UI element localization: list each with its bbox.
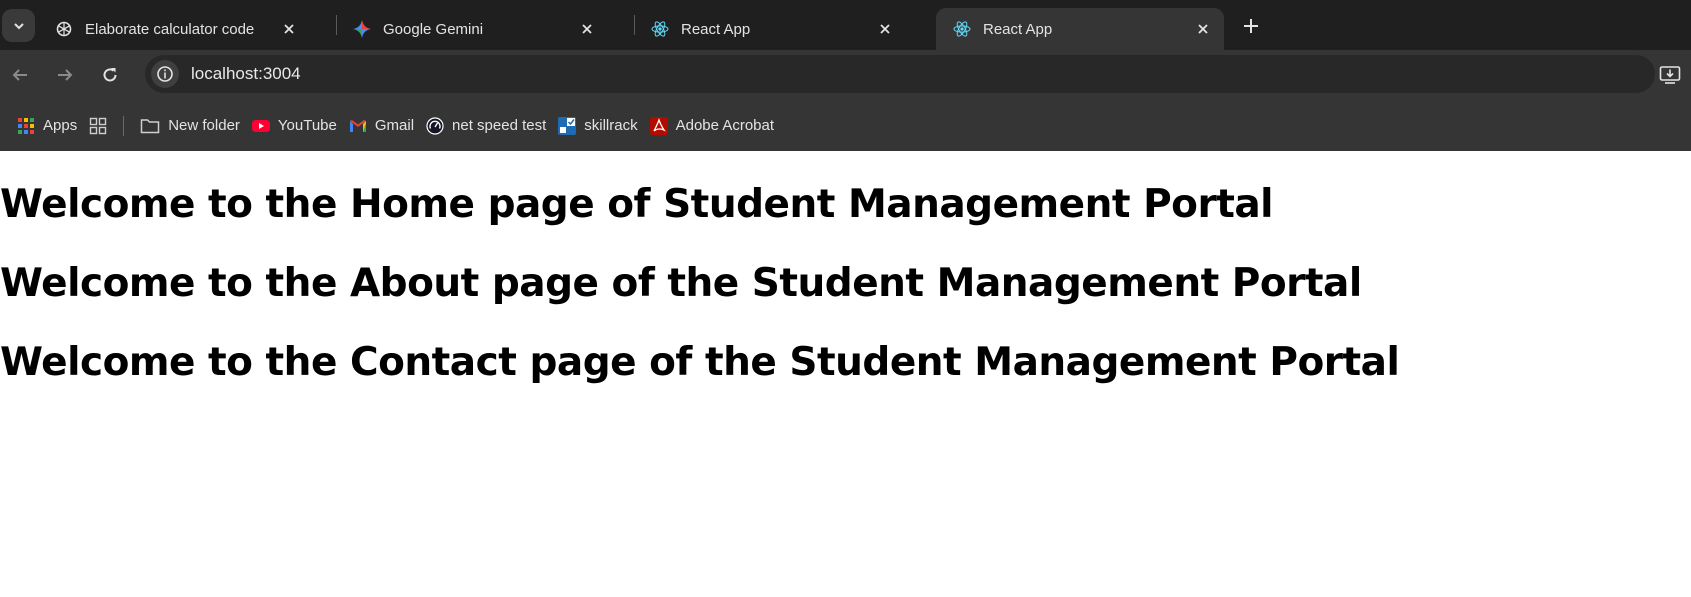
bookmark-new-folder[interactable]: New folder bbox=[134, 111, 246, 141]
reload-icon bbox=[103, 68, 117, 82]
close-icon[interactable] bbox=[276, 16, 302, 42]
contact-heading: Welcome to the Contact page of the Stude… bbox=[0, 340, 1400, 385]
url-text[interactable]: localhost:3004 bbox=[191, 64, 301, 84]
tab-react-app-1[interactable]: React App bbox=[634, 8, 906, 50]
apps-grid-icon bbox=[17, 117, 35, 135]
bookmark-label: Gmail bbox=[374, 117, 415, 134]
install-icon bbox=[1659, 66, 1681, 84]
bookmark-label: net speed test bbox=[452, 117, 547, 134]
new-tab-button[interactable] bbox=[1236, 11, 1266, 41]
arrow-right-icon bbox=[58, 69, 73, 81]
folder-icon bbox=[140, 117, 160, 135]
tab-title: React App bbox=[983, 20, 1053, 38]
bookmark-apps[interactable]: Apps bbox=[11, 111, 83, 141]
bookmark-label: Adobe Acrobat bbox=[675, 117, 775, 134]
home-heading: Welcome to the Home page of Student Mana… bbox=[0, 182, 1274, 227]
plus-icon bbox=[1244, 19, 1258, 33]
close-icon[interactable] bbox=[574, 16, 600, 42]
about-heading: Welcome to the About page of the Student… bbox=[0, 261, 1362, 306]
gemini-icon bbox=[353, 20, 371, 38]
browser-toolbar: localhost:3004 bbox=[0, 50, 1691, 100]
tab-title: Google Gemini bbox=[383, 20, 484, 38]
info-icon bbox=[157, 66, 173, 82]
tab-groups-button[interactable] bbox=[83, 111, 113, 141]
bookmark-skillrack[interactable]: skillrack bbox=[552, 111, 643, 141]
address-bar[interactable]: localhost:3004 bbox=[145, 55, 1655, 93]
bookmark-label: YouTube bbox=[277, 117, 337, 134]
youtube-icon bbox=[251, 117, 270, 135]
tab-title: Elaborate calculator code bbox=[85, 20, 255, 38]
speedometer-icon bbox=[426, 116, 444, 135]
bookmark-separator bbox=[123, 115, 125, 136]
bookmark-adobe-acrobat[interactable]: Adobe Acrobat bbox=[644, 111, 780, 141]
tab-react-app-active[interactable]: React App bbox=[936, 8, 1224, 50]
bookmark-label: New folder bbox=[168, 117, 240, 134]
react-icon bbox=[651, 20, 669, 38]
bookmark-gmail[interactable]: Gmail bbox=[343, 111, 420, 141]
bookmark-youtube[interactable]: YouTube bbox=[246, 111, 343, 141]
skillrack-icon bbox=[558, 116, 577, 135]
tab-google-gemini[interactable]: Google Gemini bbox=[336, 8, 608, 50]
gmail-icon bbox=[349, 117, 367, 135]
install-app-button[interactable] bbox=[1657, 62, 1683, 88]
forward-button[interactable] bbox=[51, 61, 79, 89]
react-icon bbox=[953, 20, 971, 38]
back-button[interactable] bbox=[6, 61, 34, 89]
reload-button[interactable] bbox=[96, 61, 124, 89]
tab-strip: Elaborate calculator code Google Gemini … bbox=[0, 0, 1691, 50]
openai-icon bbox=[55, 20, 73, 38]
tab-search-button[interactable] bbox=[2, 9, 35, 42]
bookmark-label: Apps bbox=[43, 117, 78, 134]
acrobat-icon bbox=[649, 116, 668, 135]
tab-title: React App bbox=[681, 20, 751, 38]
bookmark-label: skillrack bbox=[584, 117, 638, 134]
tab-groups-icon bbox=[89, 117, 107, 135]
close-icon[interactable] bbox=[1190, 16, 1216, 42]
tab-elaborate-calculator[interactable]: Elaborate calculator code bbox=[38, 8, 310, 50]
close-icon[interactable] bbox=[872, 16, 898, 42]
chevron-down-icon bbox=[13, 22, 24, 29]
bookmark-net-speed-test[interactable]: net speed test bbox=[420, 111, 552, 141]
arrow-left-icon bbox=[12, 69, 27, 81]
bookmarks-bar: Apps New folder YouTube Gmail net speed … bbox=[0, 100, 1691, 151]
site-info-button[interactable] bbox=[151, 60, 179, 88]
